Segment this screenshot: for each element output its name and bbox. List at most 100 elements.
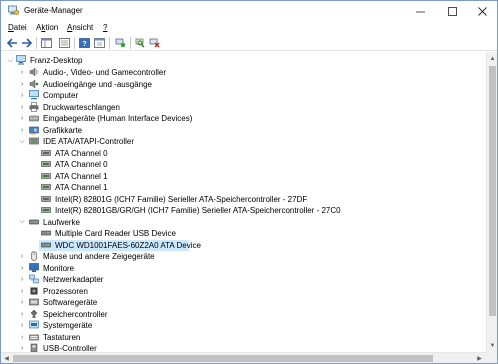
toolbar-separator (109, 37, 110, 49)
expand-icon[interactable]: › (18, 274, 26, 285)
menu-aktion[interactable]: Aktion (34, 23, 60, 32)
network-adapter-icon (29, 274, 39, 284)
ide-channel-icon (41, 172, 51, 179)
back-button[interactable] (6, 37, 19, 49)
back-icon (7, 38, 17, 48)
maximize-button[interactable] (437, 1, 468, 21)
ide-device-item[interactable]: Intel(R) 82801G (ICH7 Familie) Serieller… (1, 194, 486, 205)
properties-icon: ? (79, 38, 90, 48)
expand-icon[interactable]: › (18, 309, 26, 320)
expand-icon[interactable]: › (18, 251, 26, 262)
category-computer[interactable]: › Computer (1, 90, 486, 101)
update-driver-icon (115, 38, 126, 48)
category-label: Prozessoren (43, 286, 88, 296)
ide-device-item[interactable]: ATA Channel 1 (1, 182, 486, 193)
update-driver-button[interactable] (114, 37, 127, 49)
collapse-icon[interactable]: ⌵ (18, 136, 26, 147)
ide-device-item[interactable]: ATA Channel 1 (1, 171, 486, 182)
storage-controller-icon (30, 309, 38, 318)
drive-device-item-selected[interactable]: WDC WD1001FAES-60Z2A0 ATA Device (39, 239, 201, 251)
device-label: ATA Channel 0 (55, 160, 108, 169)
expand-icon[interactable]: › (18, 113, 26, 124)
category-drives[interactable]: ⌵ Laufwerke (1, 217, 486, 228)
speaker-icon (29, 67, 38, 77)
toolbar: ? (1, 35, 497, 51)
ide-channel-icon (41, 195, 51, 202)
category-storage[interactable]: › Speichercontroller (1, 309, 486, 320)
category-label: Tastaturen (43, 332, 81, 342)
close-button[interactable] (467, 1, 497, 21)
category-system[interactable]: › Systemgeräte (1, 320, 486, 331)
ide-channel-icon (41, 149, 51, 156)
uninstall-device-button[interactable] (148, 37, 161, 49)
category-processors[interactable]: › Prozessoren (1, 286, 486, 297)
category-label: IDE ATA/ATAPI-Controller (43, 137, 134, 146)
vertical-scrollbar[interactable]: ▲ ▼ (486, 52, 497, 352)
category-label: Netzwerkadapter (43, 275, 104, 284)
drive-device-item[interactable]: Multiple Card Reader USB Device (1, 228, 486, 239)
software-device-icon (29, 298, 39, 306)
minimize-button[interactable] (405, 1, 436, 21)
expand-icon[interactable]: › (18, 286, 26, 297)
category-ide[interactable]: ⌵ IDE ATA/ATAPI-Controller (1, 136, 486, 147)
expand-icon[interactable]: › (18, 67, 26, 78)
expand-icon[interactable]: › (18, 125, 26, 136)
menu-ansicht-rest: nsicht (72, 23, 94, 32)
category-mice[interactable]: › Mäuse und andere Zeigegeräte (1, 251, 486, 262)
category-monitors[interactable]: › Monitore (1, 262, 486, 274)
scroll-down-icon[interactable]: ▼ (488, 341, 497, 350)
expand-icon[interactable]: › (18, 332, 26, 343)
category-usb[interactable]: › USB-Controller (1, 343, 486, 352)
scan-hardware-button[interactable] (134, 37, 147, 49)
expand-icon[interactable]: › (18, 320, 26, 331)
category-hid[interactable]: › Eingabegeräte (Human Interface Devices… (1, 113, 486, 124)
properties-button[interactable]: ? (78, 37, 91, 49)
help-button[interactable] (93, 37, 106, 49)
expand-icon[interactable]: › (18, 297, 26, 308)
expand-icon[interactable]: › (18, 343, 26, 352)
category-print-queues[interactable]: › Druckwarteschlangen (1, 101, 486, 113)
ide-device-item[interactable]: ATA Channel 0 (1, 148, 486, 159)
ide-channel-icon (41, 161, 51, 167)
horizontal-scroll-thumb[interactable] (13, 355, 433, 362)
expand-icon[interactable]: › (18, 90, 26, 101)
category-keyboards[interactable]: › Tastaturen (1, 332, 486, 343)
forward-button[interactable] (20, 37, 33, 49)
menu-datei-rest: atei (13, 23, 27, 32)
device-label: ATA Channel 0 (55, 148, 108, 158)
scroll-left-icon[interactable]: ◀ (2, 354, 11, 363)
category-graphics[interactable]: › Grafikkarte (1, 125, 486, 136)
collapse-icon[interactable]: ⌵ (6, 55, 14, 66)
window-title: Geräte-Manager (24, 6, 83, 15)
tree-root[interactable]: ⌵ Franz-Desktop (1, 55, 486, 66)
category-software[interactable]: › Softwaregeräte (1, 297, 486, 308)
system-device-icon (29, 320, 39, 329)
expand-icon[interactable]: › (18, 263, 26, 274)
scroll-right-icon[interactable]: ▶ (475, 354, 484, 363)
ide-device-item[interactable]: Intel(R) 82801GB/GR/GH (ICH7 Familie) Se… (1, 205, 486, 216)
menu-help[interactable]: ? (101, 23, 109, 32)
minimize-icon (416, 11, 425, 12)
expand-icon[interactable]: › (18, 79, 26, 90)
category-label: Druckwarteschlangen (43, 102, 120, 112)
category-label: Laufwerke (43, 217, 80, 227)
category-label: Monitore (43, 263, 75, 273)
menu-ansicht[interactable]: Ansicht (65, 23, 95, 32)
vertical-scroll-thumb[interactable] (489, 66, 496, 316)
category-audio[interactable]: › Audio-, Video- und Gamecontroller (1, 67, 486, 78)
device-label: ATA Channel 1 (55, 183, 108, 192)
scroll-up-icon[interactable]: ▲ (488, 54, 497, 63)
list-view-button[interactable] (58, 37, 71, 49)
horizontal-scrollbar[interactable]: ◀ ▶ (1, 352, 486, 363)
toolbar-separator (74, 37, 75, 49)
category-audio-io[interactable]: › Audioeingänge und -ausgänge (1, 78, 486, 90)
category-label: Speichercontroller (43, 309, 108, 319)
device-label: WDC WD1001FAES-60Z2A0 ATA Device (55, 240, 201, 250)
ide-device-item[interactable]: ATA Channel 0 (1, 159, 486, 170)
collapse-icon[interactable]: ⌵ (18, 217, 26, 228)
drive-icon (41, 230, 51, 236)
menu-datei[interactable]: Datei (6, 23, 29, 32)
expand-icon[interactable]: › (18, 102, 26, 113)
category-network[interactable]: › Netzwerkadapter (1, 274, 486, 285)
console-tree-button[interactable] (40, 37, 53, 49)
